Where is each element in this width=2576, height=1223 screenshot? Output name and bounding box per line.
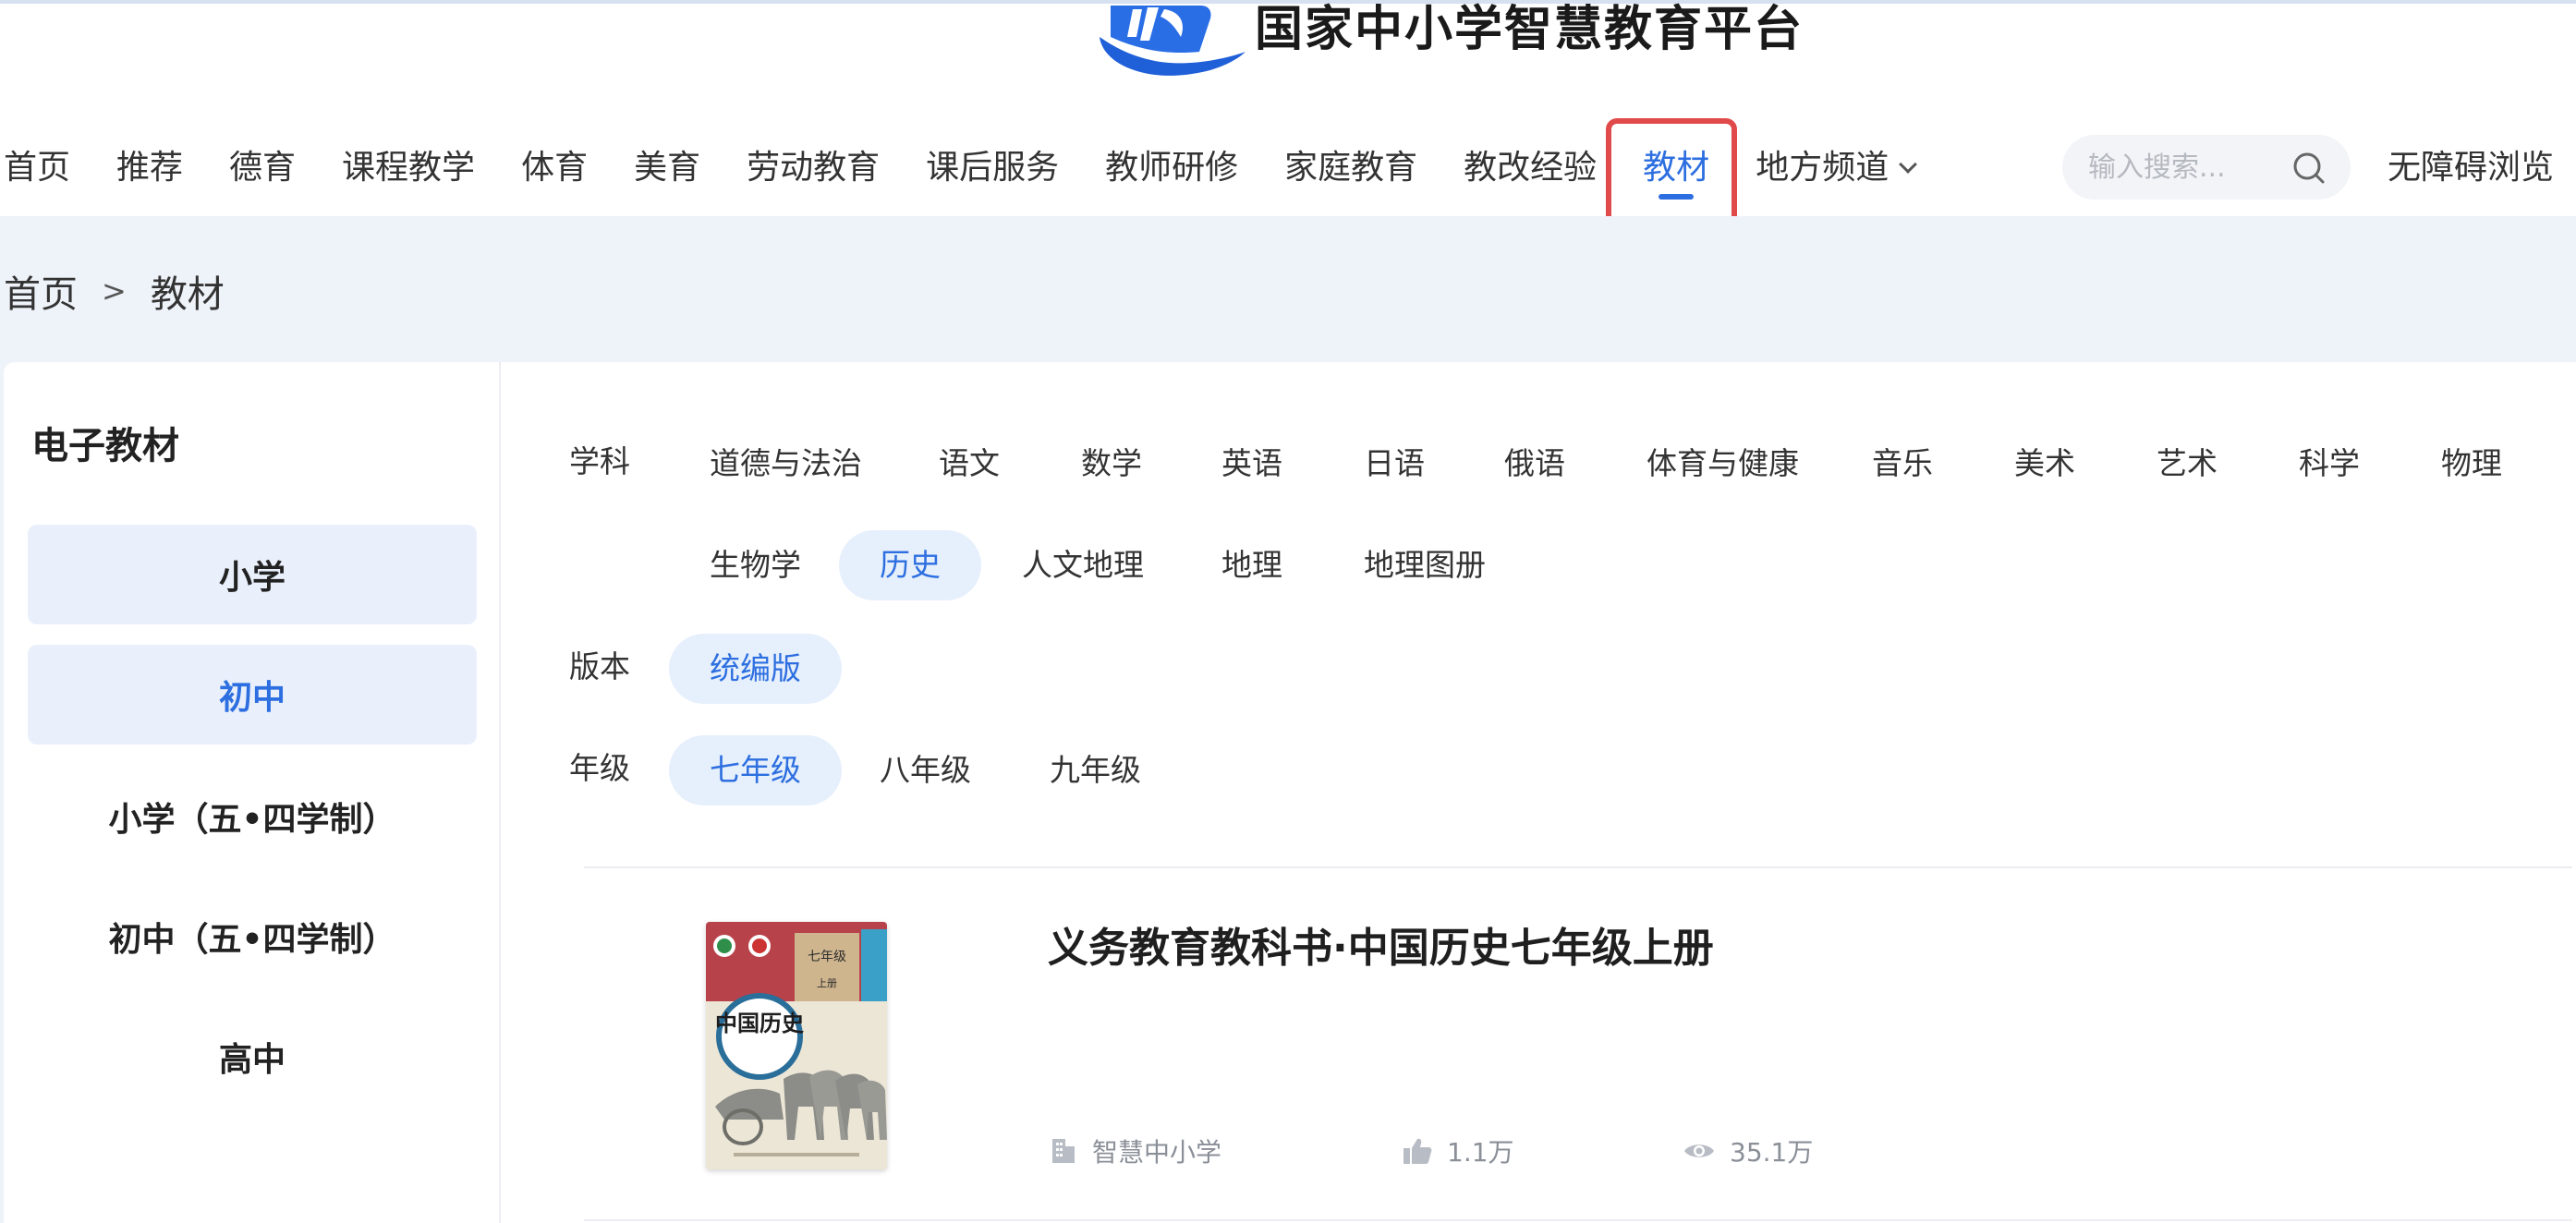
breadcrumb: 首页 > 教材: [4, 264, 225, 318]
views-meta: 35.1万: [1683, 1132, 1813, 1169]
chevron-down-icon: [1899, 155, 1918, 174]
nav-item-recommend[interactable]: 推荐: [93, 129, 206, 207]
likes-meta: 1.1万: [1403, 1132, 1514, 1169]
nav-item-textbook[interactable]: 教材: [1620, 129, 1732, 207]
cover-volume: 上册: [817, 977, 837, 989]
sidebar-item-label: 小学（五•四学制）: [108, 801, 396, 839]
accessibility-link[interactable]: 无障碍浏览: [2388, 129, 2554, 207]
nav-item-arts[interactable]: 美育: [611, 129, 723, 207]
subject-chip[interactable]: 英语: [1181, 429, 1323, 499]
subject-chip[interactable]: 数学: [1040, 429, 1183, 499]
nav-item-local[interactable]: 地方频道: [1732, 129, 1938, 207]
main-nav: 首页 推荐 德育 课程教学 体育 美育 劳动教育 课后服务 教师研修 家庭教育 …: [0, 129, 1938, 207]
breadcrumb-separator: >: [102, 273, 127, 309]
site-logo[interactable]: 国家中小学智慧教育平台: [1090, 0, 1804, 81]
sidebar-item-junior-54[interactable]: 初中（五•四学制）: [28, 887, 477, 987]
breadcrumb-home[interactable]: 首页: [4, 264, 78, 318]
edition-filter-label: 版本: [569, 648, 630, 684]
nav-label: 体育: [521, 149, 589, 187]
subject-chip-selected[interactable]: 历史: [839, 530, 981, 600]
subject-chip[interactable]: 地理图册: [1323, 530, 1526, 600]
breadcrumb-current: 教材: [150, 273, 225, 316]
site-header: 国家中小学智慧教育平台 首页 推荐 德育 课程教学 体育 美育 劳动教育 课后服…: [0, 0, 2576, 236]
nav-item-reform[interactable]: 教改经验: [1440, 129, 1620, 207]
subject-chip[interactable]: 道德与法治: [669, 429, 903, 499]
grade-chip[interactable]: 九年级: [1009, 735, 1182, 805]
nav-label: 美育: [634, 149, 701, 187]
publisher-meta: 智慧中小学: [1050, 1132, 1221, 1169]
nav-label: 推荐: [116, 149, 184, 187]
results-divider: [584, 866, 2572, 868]
nav-item-teacher[interactable]: 教师研修: [1082, 129, 1261, 207]
grade-filter-label: 年级: [569, 750, 630, 786]
likes-count: 1.1万: [1447, 1137, 1514, 1168]
views-count: 35.1万: [1730, 1137, 1814, 1168]
sidebar-item-label: 初中: [218, 679, 286, 717]
subject-chip[interactable]: 体育与健康: [1606, 429, 1840, 499]
subject-chip[interactable]: 语文: [898, 429, 1040, 499]
nav-label: 首页: [4, 149, 71, 187]
edition-chip-selected[interactable]: 统编版: [669, 634, 842, 704]
thumbs-up-icon[interactable]: [1403, 1137, 1432, 1165]
nav-label: 教改经验: [1464, 149, 1598, 187]
search-input[interactable]: [2086, 150, 2280, 185]
subject-chip[interactable]: 地理: [1181, 530, 1323, 600]
sidebar-title: 电子教材: [31, 425, 179, 467]
sidebar-item-label: 小学: [218, 559, 286, 597]
eye-icon: [1684, 1144, 1714, 1157]
grade-chip-selected[interactable]: 七年级: [669, 735, 842, 805]
building-icon: [1052, 1139, 1075, 1163]
sidebar-item-label: 初中（五•四学制）: [108, 921, 396, 959]
nav-item-family[interactable]: 家庭教育: [1261, 129, 1440, 207]
sidebar-item-junior[interactable]: 初中: [28, 645, 477, 745]
subject-chip[interactable]: 日语: [1323, 429, 1465, 499]
nav-item-labor[interactable]: 劳动教育: [723, 129, 903, 207]
active-tab-indicator: [1659, 194, 1695, 200]
publisher-name: 智慧中小学: [1092, 1137, 1222, 1168]
nav-label: 地方频道: [1756, 149, 1889, 187]
nav-label: 劳动教育: [747, 149, 881, 187]
nav-label: 教师研修: [1105, 149, 1239, 187]
nav-item-home[interactable]: 首页: [0, 129, 93, 207]
nav-label: 德育: [229, 149, 297, 187]
subject-chip[interactable]: 生物学: [669, 530, 842, 600]
subject-chip[interactable]: 俄语: [1464, 429, 1606, 499]
nav-item-moral[interactable]: 德育: [206, 129, 319, 207]
sidebar-item-senior[interactable]: 高中: [28, 1007, 477, 1107]
book-cover[interactable]: 七年级 上册 中国历史: [706, 922, 887, 1169]
nav-item-course[interactable]: 课程教学: [319, 129, 498, 207]
nav-label: 课程教学: [342, 149, 476, 187]
search-icon[interactable]: [2291, 151, 2327, 186]
subject-filter-label: 学科: [569, 443, 630, 479]
sidebar-item-primary-54[interactable]: 小学（五•四学制）: [28, 767, 477, 866]
book-title[interactable]: 义务教育教科书·中国历史七年级上册: [1048, 914, 1714, 974]
subject-chip[interactable]: 艺术: [2116, 429, 2258, 499]
cover-subject: 中国历史: [715, 1010, 805, 1036]
nav-label: 家庭教育: [1284, 149, 1418, 187]
results-divider-bottom: [584, 1219, 2572, 1221]
subject-chip[interactable]: 科学: [2258, 429, 2400, 499]
book-cover-image: 七年级 上册 中国历史: [706, 922, 887, 1169]
sidebar-item-primary[interactable]: 小学: [28, 525, 477, 624]
subject-chip[interactable]: 美术: [1974, 429, 2116, 499]
subject-chip[interactable]: 人文地理: [981, 530, 1185, 600]
nav-item-sports[interactable]: 体育: [498, 129, 611, 207]
subject-chip[interactable]: 音乐: [1831, 429, 1974, 499]
search-box: [2062, 135, 2351, 200]
nav-item-afterschool[interactable]: 课后服务: [903, 129, 1082, 207]
logo-text: 国家中小学智慧教育平台: [1255, 1, 1804, 57]
sidebar: 电子教材 小学 初中 小学（五•四学制） 初中（五•四学制） 高中: [4, 362, 501, 1223]
nav-label: 教材: [1643, 149, 1710, 187]
logo-icon: [1100, 6, 1245, 76]
grade-chip[interactable]: 八年级: [839, 735, 1012, 805]
cover-grade: 七年级: [808, 950, 846, 964]
subject-chip[interactable]: 物理: [2400, 429, 2543, 499]
nav-label: 课后服务: [926, 149, 1060, 187]
sidebar-item-label: 高中: [218, 1041, 286, 1079]
